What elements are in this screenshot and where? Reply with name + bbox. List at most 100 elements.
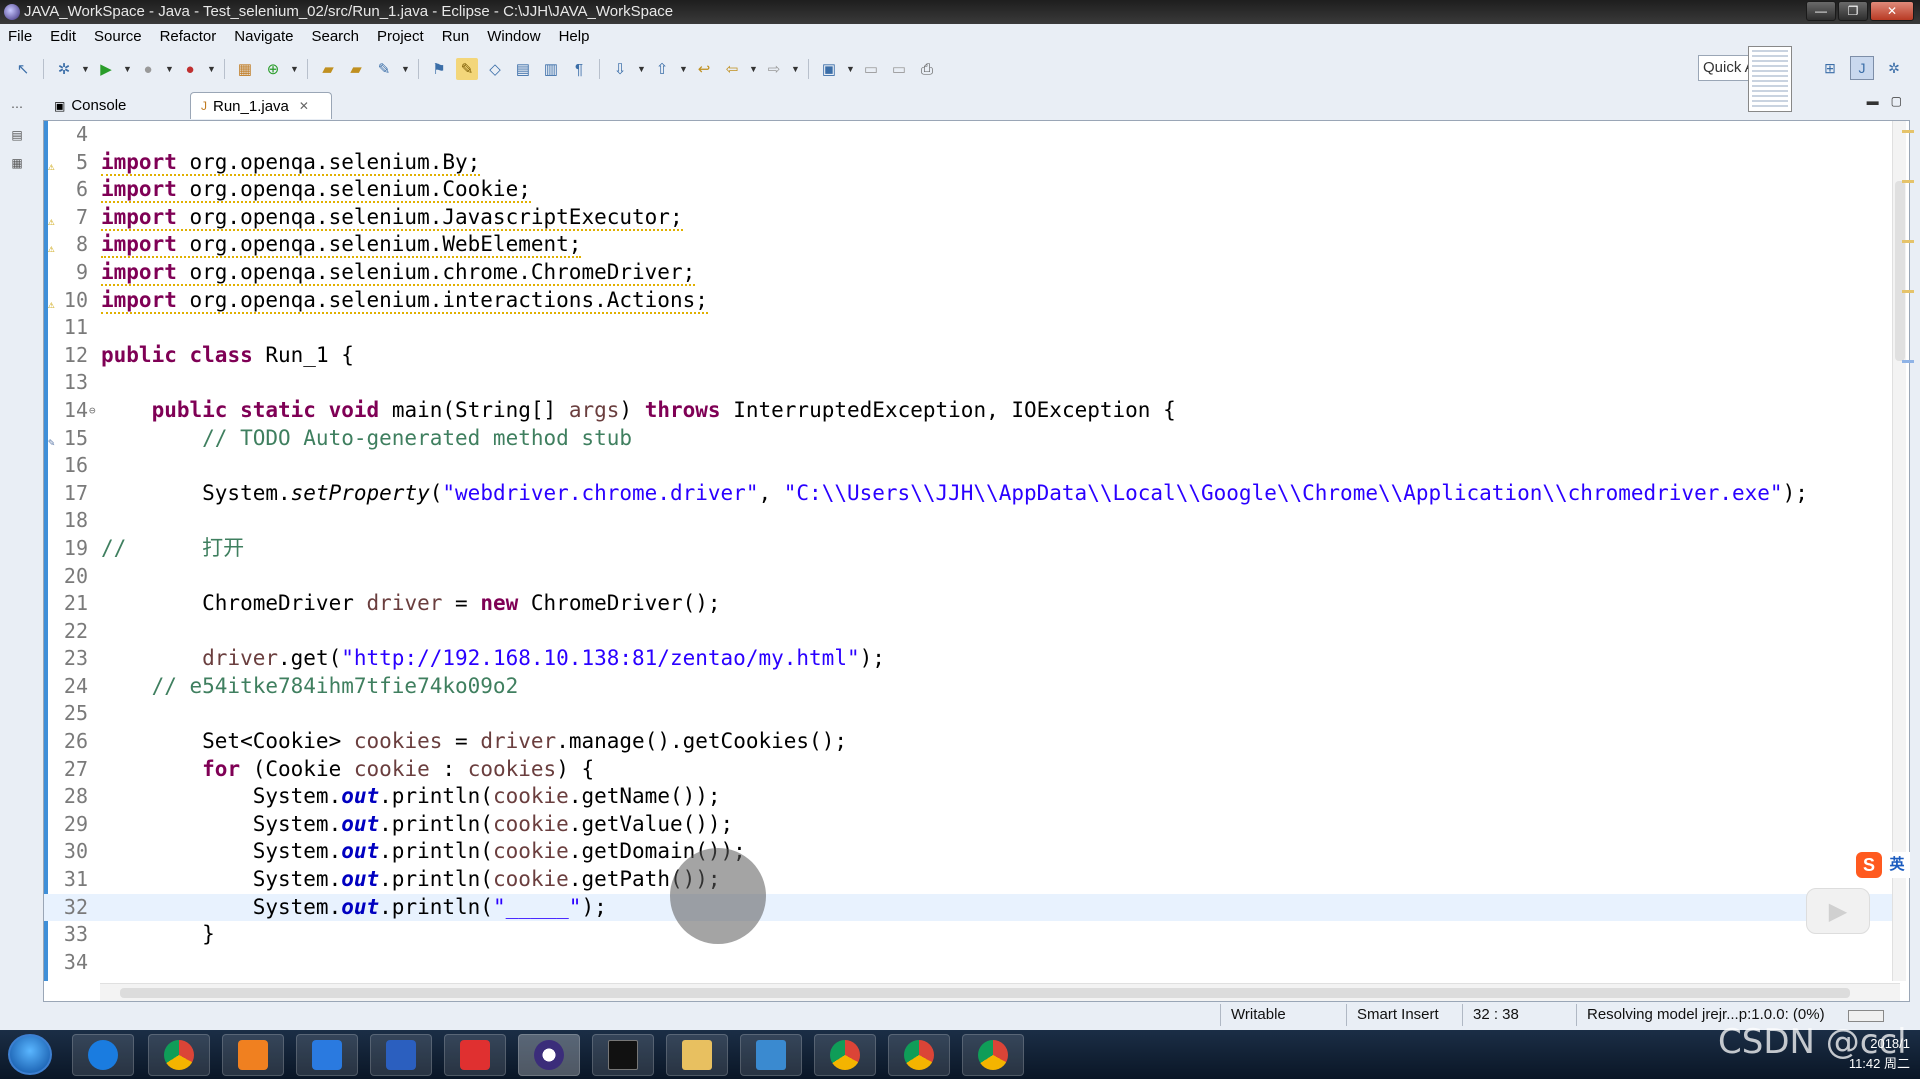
code-line-27[interactable]: 27 for (Cookie cookie : cookies) { bbox=[44, 756, 1904, 784]
java-perspective-icon[interactable]: J bbox=[1850, 56, 1874, 80]
forward-icon[interactable]: ⇨ bbox=[763, 58, 785, 80]
fold-icon[interactable]: ⊖ bbox=[89, 397, 96, 425]
code-line-28[interactable]: 28 System.out.println(cookie.getName()); bbox=[44, 783, 1904, 811]
task-app-window[interactable] bbox=[740, 1034, 802, 1076]
code-line-4[interactable]: 4 bbox=[44, 121, 1904, 149]
code-line-21[interactable]: 21 ChromeDriver driver = new ChromeDrive… bbox=[44, 590, 1904, 618]
hierarchy-icon[interactable]: ▦ bbox=[6, 152, 28, 174]
close-button[interactable]: ✕ bbox=[1870, 1, 1914, 21]
code-line-9[interactable]: 9 import org.openqa.selenium.chrome.Chrom… bbox=[44, 259, 1904, 287]
menu-edit[interactable]: Edit bbox=[41, 26, 85, 48]
code-line-25[interactable]: 25 bbox=[44, 700, 1904, 728]
print-icon[interactable]: ⎙ bbox=[916, 58, 938, 80]
code-line-18[interactable]: 18 bbox=[44, 507, 1904, 535]
menu-file[interactable]: File bbox=[0, 26, 41, 48]
code-line-34[interactable]: 34 bbox=[44, 949, 1904, 977]
menu-source[interactable]: Source bbox=[85, 26, 151, 48]
menu-refactor[interactable]: Refactor bbox=[151, 26, 226, 48]
warning-marker-icon[interactable]: ⚠ bbox=[48, 291, 60, 311]
open-type-icon[interactable]: ▰ bbox=[317, 58, 339, 80]
code-line-17[interactable]: 17 System.setProperty("webdriver.chrome.… bbox=[44, 480, 1904, 508]
maximize-editor-icon[interactable]: ▢ bbox=[1891, 94, 1902, 108]
task-eclipse[interactable] bbox=[518, 1034, 580, 1076]
code-line-24[interactable]: 24 // e54itke784ihm7tfie74ko09o2 bbox=[44, 673, 1904, 701]
code-line-13[interactable]: 13 bbox=[44, 369, 1904, 397]
code-line-14[interactable]: 14 ⊖ public static void main(String[] arg… bbox=[44, 397, 1904, 425]
code-line-6[interactable]: 6 import org.openqa.selenium.Cookie; bbox=[44, 176, 1904, 204]
save-all-icon[interactable]: ▭ bbox=[888, 58, 910, 80]
task-explorer[interactable] bbox=[666, 1034, 728, 1076]
menu-help[interactable]: Help bbox=[550, 26, 599, 48]
code-line-20[interactable]: 20 bbox=[44, 563, 1904, 591]
debug-perspective-icon[interactable]: ✲ bbox=[1882, 56, 1906, 80]
status-insert-mode[interactable]: Smart Insert bbox=[1346, 1004, 1439, 1026]
code-line-15[interactable]: 15 ✎ // TODO Auto-generated method stub bbox=[44, 425, 1904, 453]
code-line-19[interactable]: 19 // 打开 bbox=[44, 535, 1904, 563]
code-line-30[interactable]: 30 System.out.println(cookie.getDomain()… bbox=[44, 838, 1904, 866]
warning-marker-icon[interactable]: ⚠ bbox=[48, 208, 60, 228]
progress-bar[interactable] bbox=[1848, 1010, 1884, 1022]
code-line-7[interactable]: 7 ⚠ import org.openqa.selenium.JavascriptE… bbox=[44, 204, 1904, 232]
code-line-26[interactable]: 26 Set<Cookie> cookies = driver.manage()… bbox=[44, 728, 1904, 756]
code-line-8[interactable]: 8 ⚠ import org.openqa.selenium.WebElement; bbox=[44, 231, 1904, 259]
show-whitespace-icon[interactable]: ▤ bbox=[512, 58, 534, 80]
debug-icon[interactable]: ✲ bbox=[53, 58, 75, 80]
coverage-icon[interactable]: ● bbox=[137, 58, 159, 80]
code-line-29[interactable]: 29 System.out.println(cookie.getValue())… bbox=[44, 811, 1904, 839]
code-editor[interactable]: 4 5 ⚠ import org.openqa.selenium.By; 6 import… bbox=[43, 120, 1910, 1002]
new-java-project-icon[interactable]: ▦ bbox=[234, 58, 256, 80]
word-wrap-icon[interactable]: ▥ bbox=[540, 58, 562, 80]
new-class-icon[interactable]: ⊕ bbox=[262, 58, 284, 80]
mark-occurrences-icon[interactable]: ✎ bbox=[456, 58, 478, 80]
block-selection-icon[interactable]: ◇ bbox=[484, 58, 506, 80]
prev-annotation-icon[interactable]: ⇧ bbox=[651, 58, 673, 80]
external-tools-icon[interactable]: ● bbox=[179, 58, 201, 80]
package-explorer-icon[interactable]: ▤ bbox=[6, 124, 28, 146]
paragraph-icon[interactable]: ¶ bbox=[568, 58, 590, 80]
open-resource-icon[interactable]: ▰ bbox=[345, 58, 367, 80]
task-cmd[interactable] bbox=[592, 1034, 654, 1076]
code-line-31[interactable]: 31 System.out.println(cookie.getPath()); bbox=[44, 866, 1904, 894]
run-icon[interactable]: ▶ bbox=[95, 58, 117, 80]
save-icon[interactable]: ▭ bbox=[860, 58, 882, 80]
tab-console[interactable]: ▣ Console bbox=[44, 92, 136, 119]
minimize-editor-icon[interactable]: ▬ bbox=[1867, 94, 1879, 108]
menu-run[interactable]: Run bbox=[433, 26, 479, 48]
code-line-10[interactable]: 10 ⚠ import org.openqa.selenium.interactio… bbox=[44, 287, 1904, 315]
minimize-button[interactable]: — bbox=[1806, 1, 1836, 21]
task-chrome-1[interactable] bbox=[148, 1034, 210, 1076]
code-line-5[interactable]: 5 ⚠ import org.openqa.selenium.By; bbox=[44, 149, 1904, 177]
code-line-23[interactable]: 23 driver.get("http://192.168.10.138:81/… bbox=[44, 645, 1904, 673]
code-line-16[interactable]: 16 bbox=[44, 452, 1904, 480]
code-line-33[interactable]: 33 } bbox=[44, 921, 1904, 949]
code-line-22[interactable]: 22 bbox=[44, 618, 1904, 646]
task-chrome-2[interactable] bbox=[814, 1034, 876, 1076]
maximize-button[interactable]: ❐ bbox=[1838, 1, 1868, 21]
task-wps[interactable] bbox=[370, 1034, 432, 1076]
menu-navigate[interactable]: Navigate bbox=[225, 26, 302, 48]
task-app-blue[interactable] bbox=[296, 1034, 358, 1076]
task-marker-icon[interactable]: ✎ bbox=[48, 429, 60, 449]
code-line-32[interactable]: 32 System.out.println("_____"); bbox=[44, 893, 1904, 922]
ime-indicator[interactable]: S 英 bbox=[1856, 852, 1910, 878]
warning-marker-icon[interactable]: ⚠ bbox=[48, 153, 60, 173]
menu-search[interactable]: Search bbox=[302, 26, 368, 48]
toggle-breadcrumb-icon[interactable]: ⚑ bbox=[428, 58, 450, 80]
next-annotation-icon[interactable]: ⇩ bbox=[609, 58, 631, 80]
open-perspective-icon[interactable]: ⊞ bbox=[1818, 56, 1842, 80]
close-tab-icon[interactable]: ✕ bbox=[299, 99, 309, 113]
task-app-orange[interactable] bbox=[222, 1034, 284, 1076]
restore-icon[interactable]: ⋯ bbox=[6, 96, 28, 118]
task-chrome-4[interactable] bbox=[962, 1034, 1024, 1076]
code-line-11[interactable]: 11 bbox=[44, 314, 1904, 342]
play-button[interactable]: ▶ bbox=[1806, 888, 1870, 934]
task-chrome-3[interactable] bbox=[888, 1034, 950, 1076]
start-button[interactable] bbox=[8, 1034, 52, 1075]
menu-window[interactable]: Window bbox=[478, 26, 549, 48]
horizontal-scrollbar[interactable] bbox=[100, 983, 1900, 1001]
task-browser-1[interactable] bbox=[72, 1034, 134, 1076]
select-icon[interactable]: ↖ bbox=[12, 58, 34, 80]
warning-marker-icon[interactable]: ⚠ bbox=[48, 235, 60, 255]
pin-editor-icon[interactable]: ▣ bbox=[818, 58, 840, 80]
code-line-12[interactable]: 12 public class Run_1 { bbox=[44, 342, 1904, 370]
